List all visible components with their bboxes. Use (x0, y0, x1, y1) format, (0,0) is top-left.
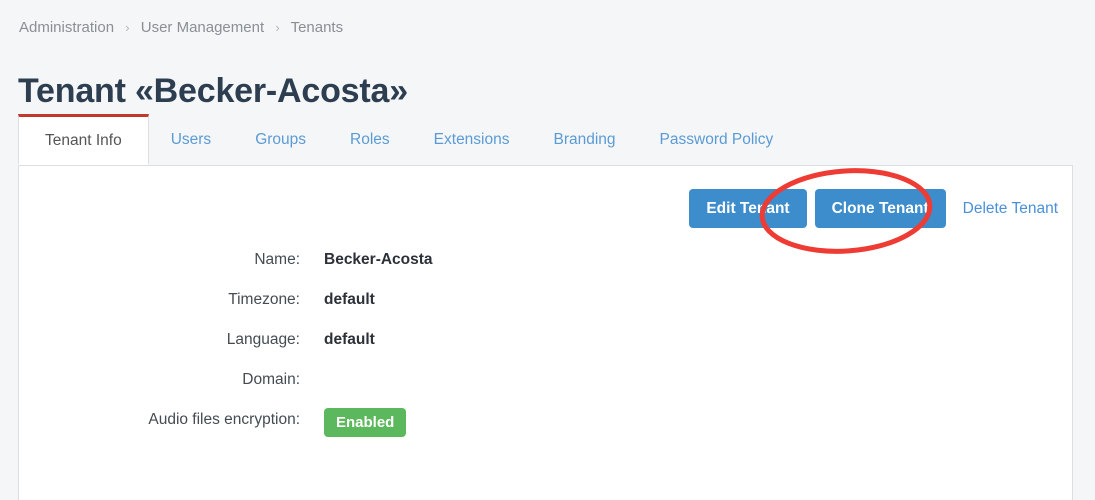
detail-label: Name: (254, 251, 300, 268)
breadcrumb-separator-icon: › (125, 20, 130, 35)
tab-branding[interactable]: Branding (532, 114, 638, 165)
tab-label: Roles (350, 130, 390, 148)
breadcrumb-item-administration[interactable]: Administration (19, 19, 114, 36)
tab-groups[interactable]: Groups (233, 114, 328, 165)
detail-label: Audio files encryption: (148, 411, 300, 428)
breadcrumb-item-tenants[interactable]: Tenants (291, 19, 344, 36)
tab-bar: Tenant Info Users Groups Roles Extension… (18, 114, 1073, 166)
tab-extensions[interactable]: Extensions (412, 114, 532, 165)
detail-label: Language: (226, 331, 300, 348)
detail-row-language: Language: default (19, 328, 1072, 352)
detail-row-name: Name: Becker-Acosta (19, 248, 1072, 272)
tab-label: Password Policy (659, 130, 774, 148)
detail-row-domain: Domain: (19, 368, 1072, 392)
breadcrumb-separator-icon: › (275, 20, 280, 35)
tab-label: Tenant Info (45, 131, 122, 149)
tab-users[interactable]: Users (149, 114, 233, 165)
tenant-info-panel: Edit Tenant Clone Tenant Delete Tenant N… (18, 166, 1073, 500)
detail-value: default (324, 291, 375, 308)
tab-label: Branding (553, 130, 616, 148)
tab-roles[interactable]: Roles (328, 114, 412, 165)
detail-value: default (324, 331, 375, 348)
page-title: Tenant «Becker-Acosta» (18, 71, 408, 110)
action-bar: Edit Tenant Clone Tenant Delete Tenant (689, 189, 1058, 228)
tab-label: Groups (255, 130, 307, 148)
delete-tenant-link[interactable]: Delete Tenant (963, 200, 1058, 218)
detail-row-timezone: Timezone: default (19, 288, 1072, 312)
breadcrumb: Administration › User Management › Tenan… (19, 18, 343, 38)
edit-tenant-button[interactable]: Edit Tenant (689, 189, 807, 228)
detail-row-audio-files-encryption: Audio files encryption: Enabled (19, 408, 1072, 437)
detail-label: Domain: (242, 371, 300, 388)
tenant-details-list: Name: Becker-Acosta Timezone: default La… (19, 248, 1072, 437)
clone-tenant-button[interactable]: Clone Tenant (814, 189, 946, 228)
detail-value-wrapper: Enabled (324, 408, 407, 437)
detail-label: Timezone: (228, 291, 300, 308)
tab-tenant-info[interactable]: Tenant Info (18, 114, 149, 165)
tab-label: Users (170, 130, 212, 148)
detail-value: Becker-Acosta (324, 251, 433, 268)
status-badge: Enabled (324, 408, 407, 437)
breadcrumb-item-user-management[interactable]: User Management (141, 19, 264, 36)
tab-password-policy[interactable]: Password Policy (638, 114, 796, 165)
tab-label: Extensions (433, 130, 510, 148)
